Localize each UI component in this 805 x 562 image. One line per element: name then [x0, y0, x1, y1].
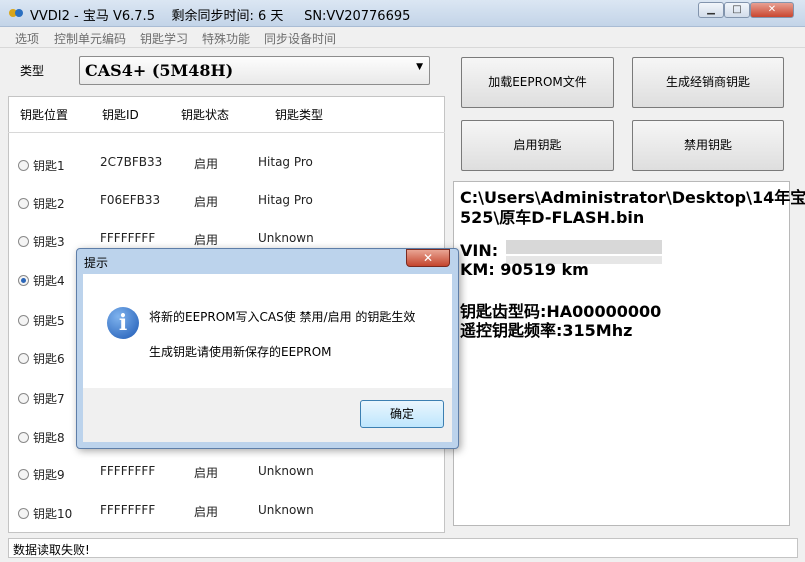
key-slot-radio[interactable] [18, 198, 29, 209]
key-position-label: 钥匙10 [33, 507, 73, 521]
col-header-key-position: 钥匙位置 [20, 108, 69, 122]
generate-dealer-key-label: 生成经销商钥匙 [665, 75, 750, 89]
ok-button[interactable]: 确定 [360, 400, 444, 428]
header-divider [8, 132, 445, 133]
vin-redacted-value [506, 240, 662, 254]
key-type-cell: Hitag Pro [258, 193, 313, 207]
table-row[interactable] [8, 498, 208, 499]
key-position-label: 钥匙1 [33, 159, 65, 173]
key-id-cell: FFFFFFFF [100, 503, 156, 517]
window-title: VVDI2 - 宝马 V6.7.5 剩余同步时间: 6 天 SN:VV20776… [30, 9, 411, 24]
key-type-cell: Unknown [258, 464, 314, 478]
key-position-label: 钥匙8 [33, 431, 65, 445]
close-button[interactable]: ✕ [750, 2, 794, 18]
dialog-message-line1: 将新的EEPROM写入CAS使 禁用/启用 的钥匙生效 [149, 310, 416, 324]
dialog-message-line2: 生成钥匙请使用新保存的EEPROM [149, 345, 332, 359]
type-label: 类型 [20, 64, 45, 78]
table-row[interactable] [8, 150, 208, 151]
key-id-cell: F06EFB33 [100, 193, 161, 207]
status-text: 数据读取失败! [13, 543, 90, 557]
menu-key-learning[interactable]: 钥匙学习 [140, 30, 188, 47]
menu-ecu-coding[interactable]: 控制单元编码 [54, 30, 126, 47]
message-dialog: 提示 ✕ i 将新的EEPROM写入CAS使 禁用/启用 的钥匙生效 生成钥匙请… [76, 248, 459, 449]
app-logo-icon [9, 9, 23, 17]
file-path-line2: 525\原车D-FLASH.bin [460, 208, 645, 227]
col-header-key-id: 钥匙ID [102, 108, 139, 122]
load-eeprom-button[interactable]: 加载EEPROM文件 [461, 57, 614, 108]
enable-key-button[interactable]: 启用钥匙 [461, 120, 614, 171]
key-slot-radio[interactable] [18, 508, 29, 519]
key-slot-radio[interactable] [18, 236, 29, 247]
key-status-cell: 启用 [194, 505, 219, 519]
maximize-button[interactable]: □ [724, 2, 750, 18]
title-bar: VVDI2 - 宝马 V6.7.5 剩余同步时间: 6 天 SN:VV20776… [0, 0, 805, 27]
key-position-label: 钥匙7 [33, 392, 65, 406]
enable-key-label: 启用钥匙 [513, 138, 562, 152]
key-slot-radio[interactable] [18, 393, 29, 404]
disable-key-label: 禁用钥匙 [683, 138, 732, 152]
minimize-button[interactable]: ▁ [698, 2, 724, 18]
dialog-body: i 将新的EEPROM写入CAS使 禁用/启用 的钥匙生效 生成钥匙请使用新保存… [83, 274, 452, 442]
key-position-label: 钥匙2 [33, 197, 65, 211]
menu-special-functions[interactable]: 特殊功能 [202, 30, 250, 47]
key-type-cell: Hitag Pro [258, 155, 313, 169]
key-status-cell: 启用 [194, 466, 219, 480]
col-header-key-type: 钥匙类型 [275, 108, 324, 122]
table-row[interactable] [8, 459, 208, 460]
vehicle-info-panel [453, 181, 790, 526]
menu-bar: 选项 控制单元编码 钥匙学习 特殊功能 同步设备时间 [0, 27, 805, 48]
generate-dealer-key-button[interactable]: 生成经销商钥匙 [632, 57, 784, 108]
key-slot-radio[interactable] [18, 275, 29, 286]
key-slot-radio[interactable] [18, 432, 29, 443]
col-header-key-status: 钥匙状态 [181, 108, 230, 122]
key-type-cell: Unknown [258, 231, 314, 245]
key-slot-radio[interactable] [18, 315, 29, 326]
key-slot-radio[interactable] [18, 469, 29, 480]
type-dropdown-value: CAS4+ (5M48H) [85, 61, 234, 80]
menu-options[interactable]: 选项 [15, 30, 39, 47]
info-icon: i [107, 307, 139, 339]
key-position-label: 钥匙5 [33, 314, 65, 328]
dropdown-arrow-icon: ▼ [416, 62, 423, 72]
key-position-label: 钥匙6 [33, 352, 65, 366]
key-slot-radio[interactable] [18, 353, 29, 364]
dialog-title: 提示 [84, 256, 109, 270]
key-status-cell: 启用 [194, 157, 219, 171]
table-row[interactable] [8, 226, 208, 227]
key-position-label: 钥匙3 [33, 235, 65, 249]
disable-key-button[interactable]: 禁用钥匙 [632, 120, 784, 171]
menu-sync-device-time[interactable]: 同步设备时间 [264, 30, 336, 47]
load-eeprom-label: 加载EEPROM文件 [488, 75, 587, 89]
key-id-cell: FFFFFFFF [100, 231, 156, 245]
key-id-cell: 2C7BFB33 [100, 155, 163, 169]
type-dropdown[interactable]: CAS4+ (5M48H) ▼ [79, 56, 430, 85]
key-position-label: 钥匙9 [33, 468, 65, 482]
vin-label: VIN: [460, 241, 499, 260]
table-row[interactable] [8, 188, 208, 189]
key-type-cell: Unknown [258, 503, 314, 517]
km-value: KM: 90519 km [460, 260, 589, 279]
dialog-close-button[interactable]: ✕ [406, 249, 450, 267]
key-id-cell: FFFFFFFF [100, 464, 156, 478]
status-bar: 数据读取失败! [8, 538, 798, 558]
key-status-cell: 启用 [194, 195, 219, 209]
key-position-label: 钥匙4 [33, 274, 65, 288]
remote-key-frequency: 遥控钥匙频率:315Mhz [460, 321, 633, 340]
key-status-cell: 启用 [194, 233, 219, 247]
dialog-message-area: i 将新的EEPROM写入CAS使 禁用/启用 的钥匙生效 生成钥匙请使用新保存… [83, 274, 452, 388]
key-slot-radio[interactable] [18, 160, 29, 171]
